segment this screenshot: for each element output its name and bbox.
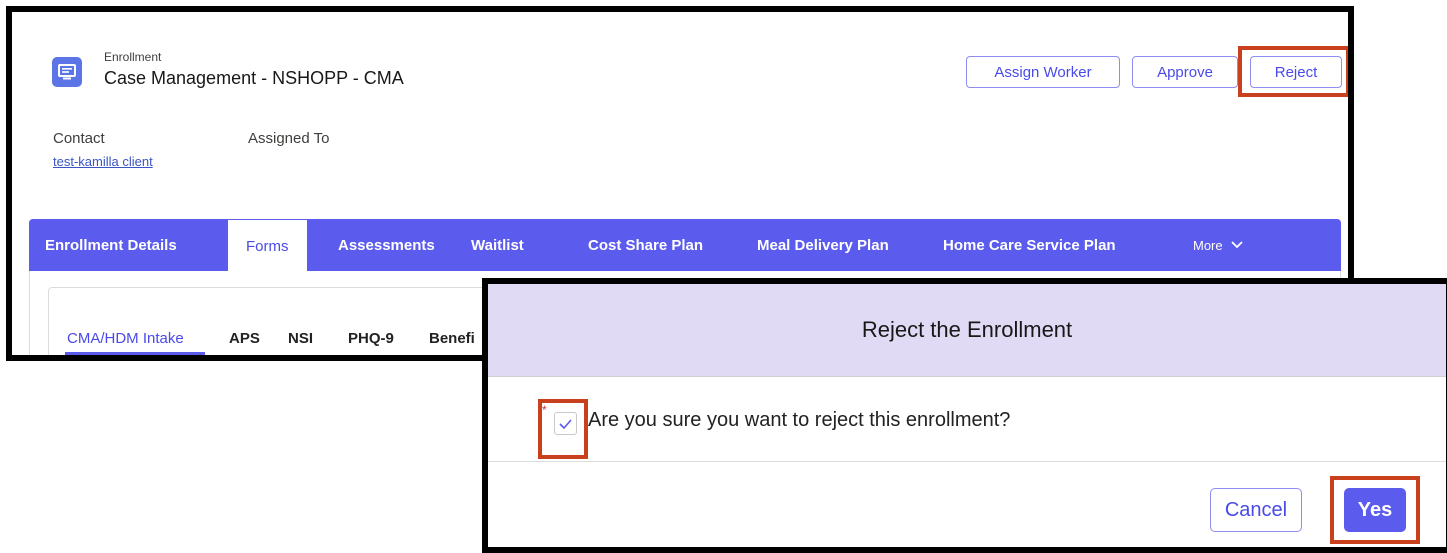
modal-title: Reject the Enrollment <box>861 317 1073 342</box>
active-subtab-indicator <box>65 352 205 355</box>
subtab-phq-9[interactable]: PHQ-9 <box>348 330 394 347</box>
modal-footer: Cancel Yes <box>488 461 1446 547</box>
assigned-to-label: Assigned To <box>248 130 330 147</box>
contact-link[interactable]: test-kamilla client <box>53 154 153 169</box>
subtab-benefits[interactable]: Benefi <box>429 330 475 347</box>
tab-cost-share-plan[interactable]: Cost Share Plan <box>588 219 703 271</box>
reject-enrollment-modal: Reject the Enrollment * Are you sure you… <box>482 278 1447 553</box>
subtab-cma-hdm-intake[interactable]: CMA/HDM Intake <box>67 330 184 347</box>
tab-meal-delivery-plan[interactable]: Meal Delivery Plan <box>757 219 889 271</box>
assign-worker-button[interactable]: Assign Worker <box>966 56 1120 88</box>
reject-button-highlight <box>1238 46 1348 97</box>
chevron-down-icon <box>1230 241 1243 249</box>
confirm-reject-label: Are you sure you want to reject this enr… <box>588 409 1011 431</box>
tab-enrollment-details[interactable]: Enrollment Details <box>45 219 177 271</box>
tab-home-care-service-plan[interactable]: Home Care Service Plan <box>943 219 1116 271</box>
cancel-button[interactable]: Cancel <box>1210 488 1302 532</box>
modal-body: * Are you sure you want to reject this e… <box>488 377 1446 461</box>
tab-assessments[interactable]: Assessments <box>338 219 435 271</box>
record-title: Case Management - NSHOPP - CMA <box>104 68 404 88</box>
checkbox-highlight <box>538 399 588 459</box>
contact-label: Contact <box>53 130 105 147</box>
tab-more-label: More <box>1193 237 1223 253</box>
record-tab-bar: Enrollment Details Forms Assessments Wai… <box>29 219 1341 272</box>
tab-more[interactable]: More <box>1193 219 1243 271</box>
approve-button[interactable]: Approve <box>1132 56 1238 88</box>
modal-header: Reject the Enrollment <box>488 284 1446 377</box>
object-type-label: Enrollment <box>104 50 162 64</box>
enrollment-list-icon <box>52 57 82 87</box>
tab-waitlist[interactable]: Waitlist <box>471 219 524 271</box>
tab-forms[interactable]: Forms <box>228 219 307 272</box>
subtab-aps[interactable]: APS <box>229 330 260 347</box>
yes-button-highlight <box>1330 476 1420 544</box>
subtab-nsi[interactable]: NSI <box>288 330 313 347</box>
